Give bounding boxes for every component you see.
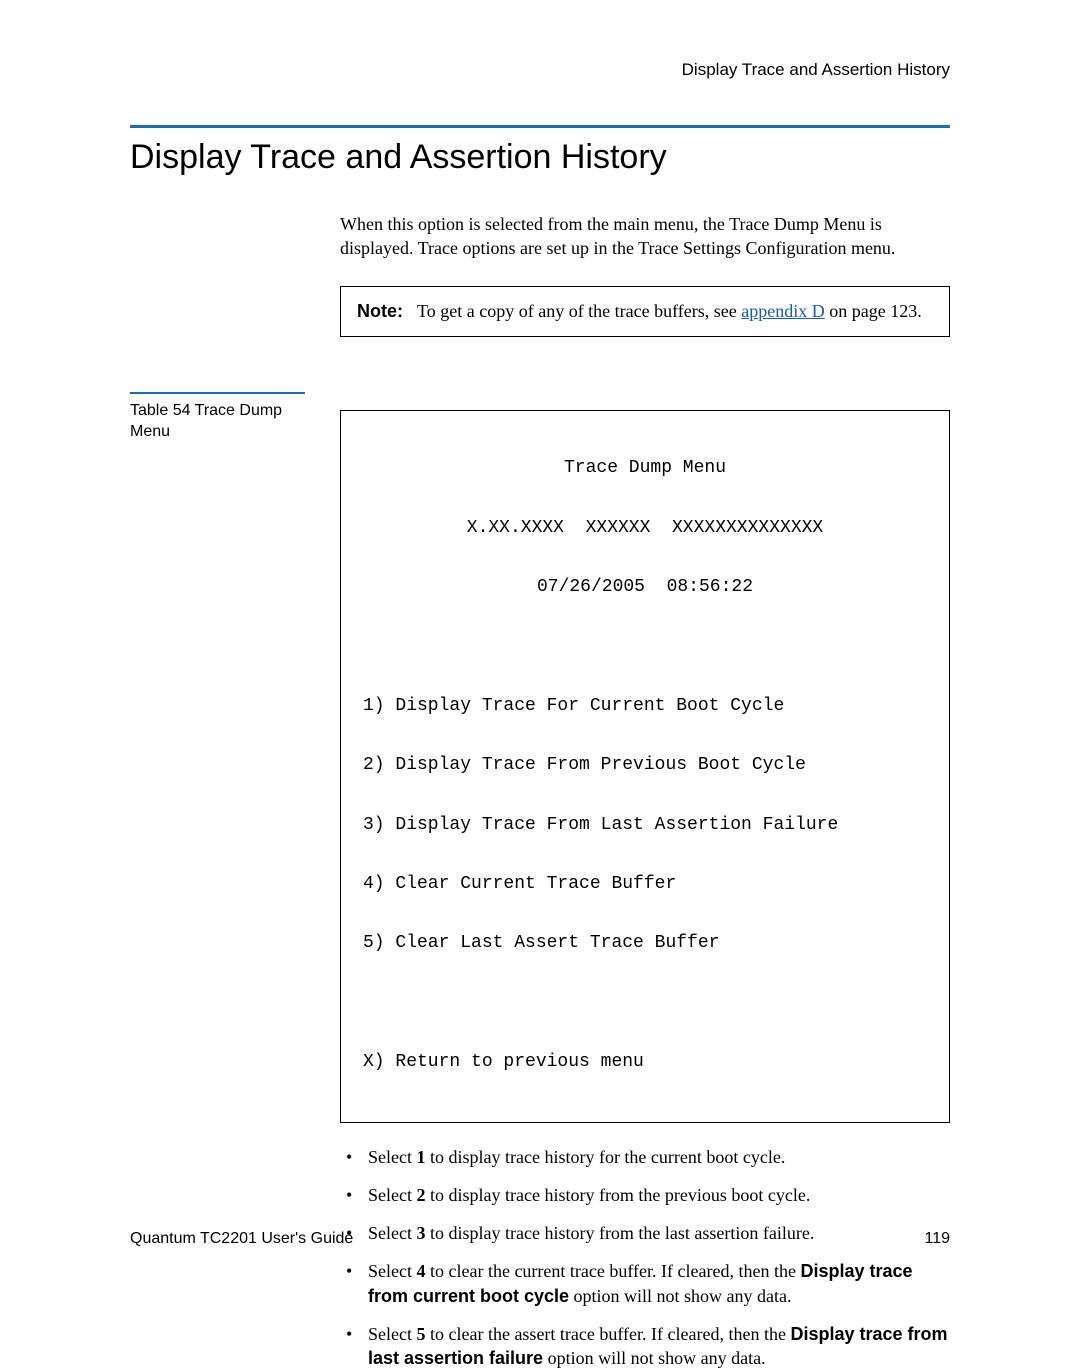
menu-item-1: 1) Display Trace For Current Boot Cycle xyxy=(363,692,927,722)
table-caption: Table 54 Trace Dump Menu xyxy=(130,392,305,443)
bullet-text: Select xyxy=(368,1185,416,1205)
bullet-text: to clear the current trace buffer. If cl… xyxy=(425,1261,800,1281)
trace-dump-menu-box: Trace Dump Menu X.XX.XXXX XXXXXX XXXXXXX… xyxy=(340,410,950,1123)
section-title: Display Trace and Assertion History xyxy=(130,138,950,177)
note-suffix: on page 123. xyxy=(825,301,922,321)
bullet-item-1: Select 1 to display trace history for th… xyxy=(340,1145,950,1169)
bullet-text: Select xyxy=(368,1147,416,1167)
menu-item-4: 4) Clear Current Trace Buffer xyxy=(363,870,927,900)
intro-paragraph: When this option is selected from the ma… xyxy=(340,212,950,261)
footer-guide-title: Quantum TC2201 User's Guide xyxy=(130,1230,353,1248)
bullet-text: to display trace history from the previo… xyxy=(425,1185,810,1205)
menu-blank-2 xyxy=(363,989,927,1019)
appendix-link[interactable]: appendix D xyxy=(741,301,824,321)
bullet-text: to display trace history for the current… xyxy=(425,1147,785,1167)
header-breadcrumb: Display Trace and Assertion History xyxy=(130,60,950,80)
note-box: Note: To get a copy of any of the trace … xyxy=(340,286,950,337)
menu-version-line: X.XX.XXXX XXXXXX XXXXXXXXXXXXXX xyxy=(363,514,927,544)
bullet-text: option will not show any data. xyxy=(543,1348,765,1368)
menu-return-item: X) Return to previous menu xyxy=(363,1048,927,1078)
bullet-item-4: Select 4 to clear the current trace buff… xyxy=(340,1259,950,1308)
section-rule xyxy=(130,125,950,128)
note-label: Note: xyxy=(357,299,403,324)
bullet-text: to clear the assert trace buffer. If cle… xyxy=(425,1324,790,1344)
bullet-bold: 5 xyxy=(416,1324,425,1344)
bullet-text: Select xyxy=(368,1324,416,1344)
footer-page-number: 119 xyxy=(924,1230,950,1248)
menu-item-5: 5) Clear Last Assert Trace Buffer xyxy=(363,929,927,959)
menu-timestamp: 07/26/2005 08:56:22 xyxy=(363,573,927,603)
bullet-item-5: Select 5 to clear the assert trace buffe… xyxy=(340,1322,950,1371)
note-prefix: To get a copy of any of the trace buffer… xyxy=(417,301,741,321)
menu-item-2: 2) Display Trace From Previous Boot Cycl… xyxy=(363,751,927,781)
menu-title: Trace Dump Menu xyxy=(363,454,927,484)
bullet-list: Select 1 to display trace history for th… xyxy=(340,1145,950,1371)
menu-blank xyxy=(363,633,927,663)
page-footer: Quantum TC2201 User's Guide 119 xyxy=(130,1230,950,1248)
note-body: To get a copy of any of the trace buffer… xyxy=(417,299,933,324)
menu-item-3: 3) Display Trace From Last Assertion Fai… xyxy=(363,811,927,841)
bullet-text: Select xyxy=(368,1261,416,1281)
bullet-item-2: Select 2 to display trace history from t… xyxy=(340,1183,950,1207)
